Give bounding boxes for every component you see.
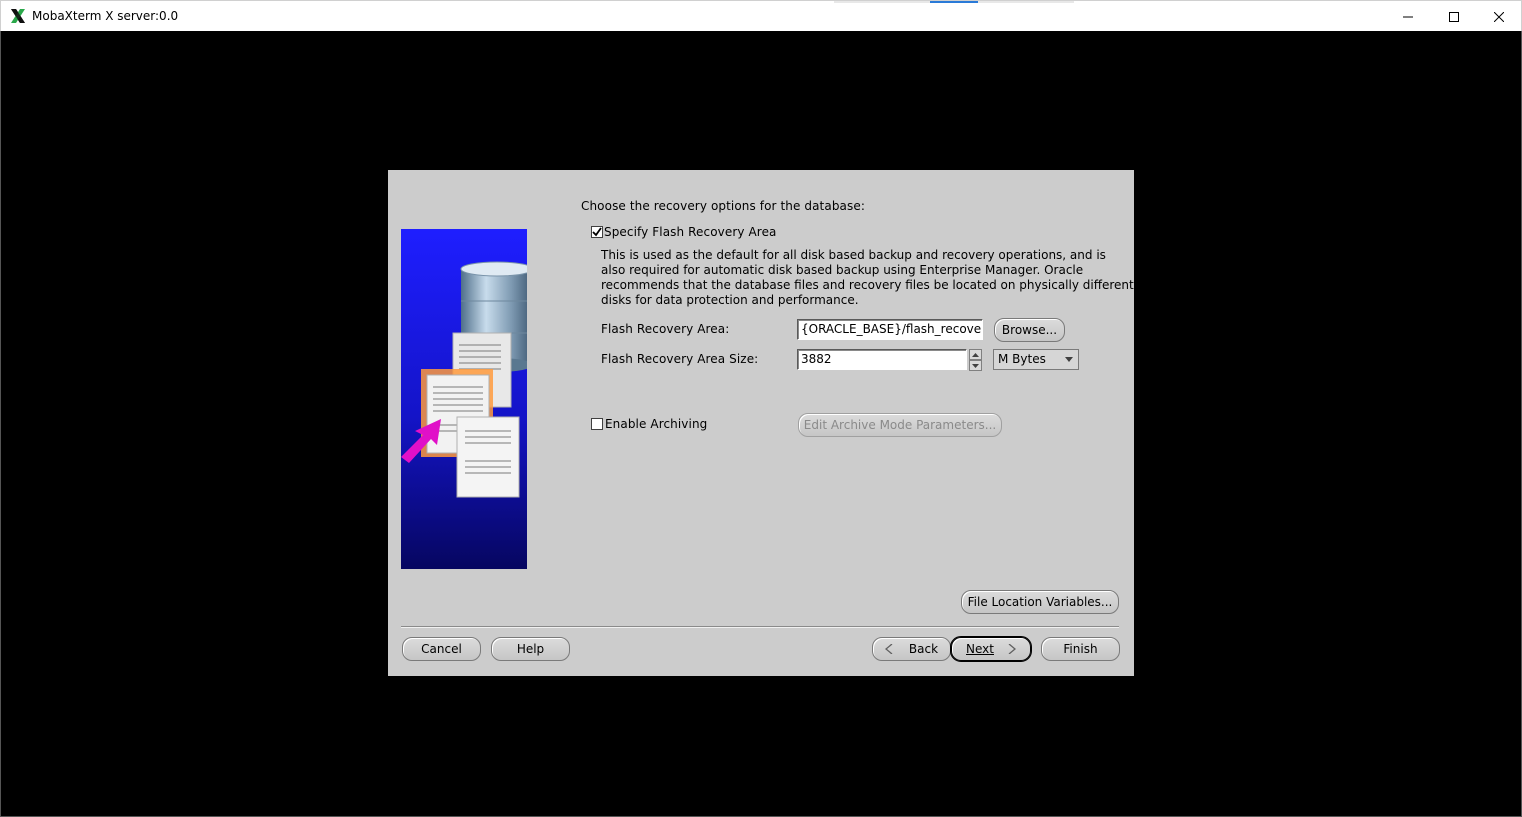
window-title: MobaXterm X server:0.0 xyxy=(32,9,179,23)
titlebar-accent xyxy=(834,1,930,3)
checkmark-icon xyxy=(592,227,602,237)
chevron-right-icon xyxy=(1008,644,1016,654)
description-line: also required for automatic disk based b… xyxy=(601,263,1084,277)
next-button-label: Next xyxy=(966,642,994,656)
finish-button[interactable]: Finish xyxy=(1041,637,1120,661)
arrow-down-icon xyxy=(972,363,979,368)
next-button[interactable]: Next xyxy=(950,636,1032,662)
flash-recovery-description: This is used as the default for all disk… xyxy=(601,248,1134,308)
database-recovery-illustration xyxy=(401,229,527,569)
back-button[interactable]: Back xyxy=(872,637,951,661)
maximize-icon xyxy=(1449,11,1459,22)
titlebar-accent-blue xyxy=(930,1,978,3)
cancel-button[interactable]: Cancel xyxy=(402,637,481,661)
close-button[interactable] xyxy=(1476,1,1522,32)
flash-recovery-checkbox[interactable] xyxy=(591,226,603,238)
spinner-up-button[interactable] xyxy=(969,349,982,360)
chevron-down-icon xyxy=(1065,357,1073,362)
minimize-button[interactable] xyxy=(1385,1,1431,32)
browse-button[interactable]: Browse... xyxy=(994,318,1065,342)
description-line: This is used as the default for all disk… xyxy=(601,248,1106,262)
flash-size-input[interactable]: 3882 xyxy=(797,349,967,370)
edit-archive-mode-button[interactable]: Edit Archive Mode Parameters... xyxy=(798,413,1002,437)
arrow-up-icon xyxy=(972,352,979,357)
help-button[interactable]: Help xyxy=(491,637,570,661)
mobaxterm-x-icon xyxy=(11,9,25,23)
file-location-variables-button[interactable]: File Location Variables... xyxy=(961,590,1119,614)
description-line: recommends that the database files and r… xyxy=(601,278,1134,292)
recovery-options-heading: Choose the recovery options for the data… xyxy=(581,199,865,213)
size-unit-select[interactable]: M Bytes xyxy=(993,349,1079,370)
back-button-label: Back xyxy=(908,642,939,656)
flash-recovery-checkbox-label[interactable]: Specify Flash Recovery Area xyxy=(604,225,777,239)
titlebar-accent xyxy=(978,1,1074,3)
minimize-icon xyxy=(1403,16,1413,17)
enable-archiving-checkbox[interactable] xyxy=(591,418,603,430)
spinner-down-button[interactable] xyxy=(969,360,982,371)
description-line: disks for data protection and performanc… xyxy=(601,293,859,307)
enable-archiving-label[interactable]: Enable Archiving xyxy=(605,417,707,431)
chevron-left-icon xyxy=(884,644,893,654)
flash-size-spinner[interactable] xyxy=(969,349,982,371)
close-icon xyxy=(1494,11,1504,22)
flash-area-input[interactable]: {ORACLE_BASE}/flash_recovery_ xyxy=(797,319,983,340)
button-separator xyxy=(401,626,1119,628)
flash-size-label: Flash Recovery Area Size: xyxy=(601,352,759,366)
recovery-options-dialog: Choose the recovery options for the data… xyxy=(388,170,1134,676)
maximize-button[interactable] xyxy=(1431,1,1477,32)
flash-area-label: Flash Recovery Area: xyxy=(601,322,730,336)
size-unit-value: M Bytes xyxy=(998,352,1046,366)
window-titlebar: MobaXterm X server:0.0 xyxy=(0,0,1522,31)
